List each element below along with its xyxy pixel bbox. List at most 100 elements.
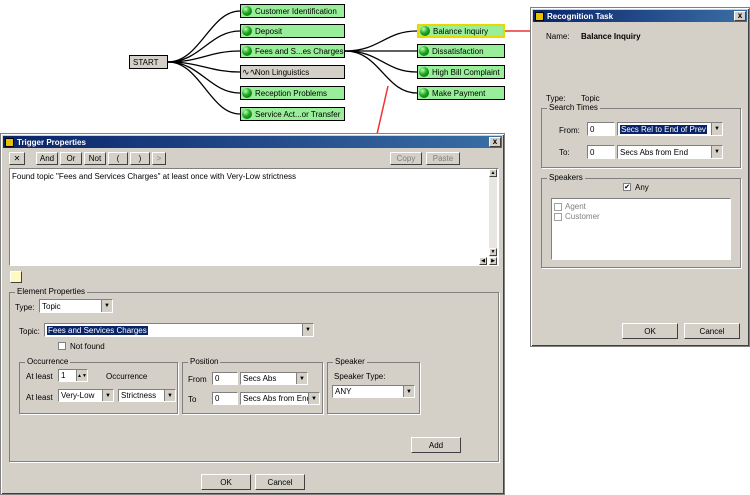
agent-checkbox[interactable] xyxy=(554,203,562,211)
node-high-bill-complaint[interactable]: High Bill Complaint xyxy=(417,65,505,79)
add-label: Add xyxy=(428,440,444,450)
type-value: Topic xyxy=(42,301,61,311)
at-least-label: At least xyxy=(26,372,53,381)
from-unit-select[interactable]: Secs Rel to End of Prev ▼ xyxy=(617,122,723,136)
type-label: Type: xyxy=(546,94,566,103)
add-button[interactable]: Add xyxy=(411,437,461,453)
chevron-down-icon: ▼ xyxy=(101,300,112,312)
app-icon xyxy=(5,137,14,147)
node-make-payment[interactable]: Make Payment xyxy=(417,86,505,100)
new-element-icon[interactable] xyxy=(10,271,22,283)
node-non-linguistics[interactable]: ∿∿ Non Linguistics xyxy=(240,65,345,79)
paste-label: Paste xyxy=(432,154,454,163)
strictness-value: Very-Low xyxy=(61,391,95,400)
and-button[interactable]: And xyxy=(36,152,58,165)
node-deposit[interactable]: Deposit xyxy=(240,24,345,38)
scroll-down-icon[interactable]: ▼ xyxy=(489,248,497,256)
group-caption: Position xyxy=(188,357,221,366)
start-label: START xyxy=(133,57,159,67)
close-icon[interactable]: x xyxy=(734,11,746,21)
waveform-icon: ∿∿ xyxy=(242,67,258,77)
strictness-word-select[interactable]: Strictness ▼ xyxy=(118,389,176,402)
delete-icon: ✕ xyxy=(13,154,21,163)
from-value: 0 xyxy=(590,124,595,134)
spinner-icon[interactable]: ▲▼ xyxy=(76,370,87,381)
not-label: Not xyxy=(88,154,102,163)
speaker-type-select[interactable]: ANY ▼ xyxy=(332,385,415,398)
node-customer-identification[interactable]: Customer Identification xyxy=(240,4,345,18)
expression-text-area[interactable]: Found topic "Fees and Services Charges" … xyxy=(9,168,499,266)
green-ball-icon xyxy=(242,26,252,36)
not-found-checkbox[interactable] xyxy=(58,342,66,350)
type-label: Type: xyxy=(15,303,35,312)
type-select[interactable]: Topic ▼ xyxy=(39,299,113,313)
chevron-down-icon: ▼ xyxy=(296,373,307,384)
copy-label: Copy xyxy=(396,154,416,163)
node-balance-inquiry[interactable]: Balance Inquiry xyxy=(417,24,505,38)
strictness-word: Strictness xyxy=(121,391,157,400)
trigger-title-bar: Trigger Properties x xyxy=(3,136,502,148)
position-from-input[interactable]: 0 xyxy=(212,372,238,385)
chevron-down-icon: ▼ xyxy=(711,123,722,135)
group-caption: Occurrence xyxy=(25,357,71,366)
name-label: Name: xyxy=(546,32,570,41)
node-label: Non Linguistics xyxy=(255,67,310,77)
delete-button[interactable]: ✕ xyxy=(9,152,25,165)
green-ball-icon xyxy=(419,67,429,77)
ok-button[interactable]: OK xyxy=(201,474,251,490)
and-label: And xyxy=(39,154,55,163)
node-reception-problems[interactable]: Reception Problems xyxy=(240,86,345,100)
close-paren-label: ) xyxy=(138,154,142,163)
expression-scrollbar[interactable] xyxy=(489,169,497,257)
ok-button[interactable]: OK xyxy=(622,323,678,339)
customer-checkbox[interactable] xyxy=(554,213,562,221)
open-paren-label: ( xyxy=(116,154,120,163)
to-unit-select[interactable]: Secs Abs from End ▼ xyxy=(617,145,723,159)
search-times-group: Search Times xyxy=(541,103,741,168)
position-group: Position xyxy=(182,357,323,414)
cancel-button[interactable]: Cancel xyxy=(255,474,305,490)
close-paren-button[interactable]: ) xyxy=(130,152,150,165)
scroll-right-icon[interactable]: ▶ xyxy=(489,257,497,265)
or-button[interactable]: Or xyxy=(60,152,82,165)
position-to-input[interactable]: 0 xyxy=(212,392,238,405)
next-button[interactable]: > xyxy=(152,152,166,165)
not-button[interactable]: Not xyxy=(84,152,106,165)
copy-button[interactable]: Copy xyxy=(390,152,422,165)
cancel-button[interactable]: Cancel xyxy=(684,323,740,339)
strictness-select[interactable]: Very-Low ▼ xyxy=(58,389,114,402)
group-caption: Speaker xyxy=(333,357,367,366)
position-from-unit-select[interactable]: Secs Abs ▼ xyxy=(240,372,308,385)
scroll-up-icon[interactable]: ▲ xyxy=(489,169,497,177)
to-input[interactable]: 0 xyxy=(587,145,615,159)
occurrence-count-input[interactable]: 1 ▲▼ xyxy=(58,369,88,382)
any-label: Any xyxy=(635,183,649,192)
green-ball-icon xyxy=(242,109,252,119)
chevron-down-icon: ▼ xyxy=(102,390,113,401)
any-checkbox[interactable] xyxy=(623,183,631,191)
node-label: Dissatisfaction xyxy=(432,46,484,56)
node-dissatisfaction[interactable]: Dissatisfaction xyxy=(417,44,505,58)
ok-label: OK xyxy=(220,477,232,487)
customer-label: Customer xyxy=(565,212,600,221)
from-label: From: xyxy=(559,126,580,135)
scroll-left-icon[interactable]: ◀ xyxy=(479,257,487,265)
position-to-unit-select[interactable]: Secs Abs from End ▼ xyxy=(240,392,320,405)
group-caption: Element Properties xyxy=(15,287,88,296)
topic-value: Fees and Services Charges xyxy=(47,325,148,335)
chevron-down-icon: ▼ xyxy=(308,393,319,404)
window-title: Trigger Properties xyxy=(17,137,86,147)
chevron-down-icon: ▼ xyxy=(164,390,175,401)
topic-select[interactable]: Fees and Services Charges ▼ xyxy=(44,323,314,337)
from-label: From xyxy=(188,375,207,384)
open-paren-button[interactable]: ( xyxy=(108,152,128,165)
close-icon[interactable]: x xyxy=(489,137,501,147)
expression-text: Found topic "Fees and Services Charges" … xyxy=(12,172,297,181)
node-service-transfer[interactable]: Service Act...or Transfer xyxy=(240,107,345,121)
from-input[interactable]: 0 xyxy=(587,122,615,136)
trigger-properties-window: Trigger Properties x ✕ And Or Not ( ) > … xyxy=(0,133,505,495)
paste-button[interactable]: Paste xyxy=(426,152,460,165)
node-fees-charges[interactable]: Fees and S...es Charges xyxy=(240,44,345,58)
start-node[interactable]: START xyxy=(129,55,168,69)
to-label: To xyxy=(188,395,197,404)
